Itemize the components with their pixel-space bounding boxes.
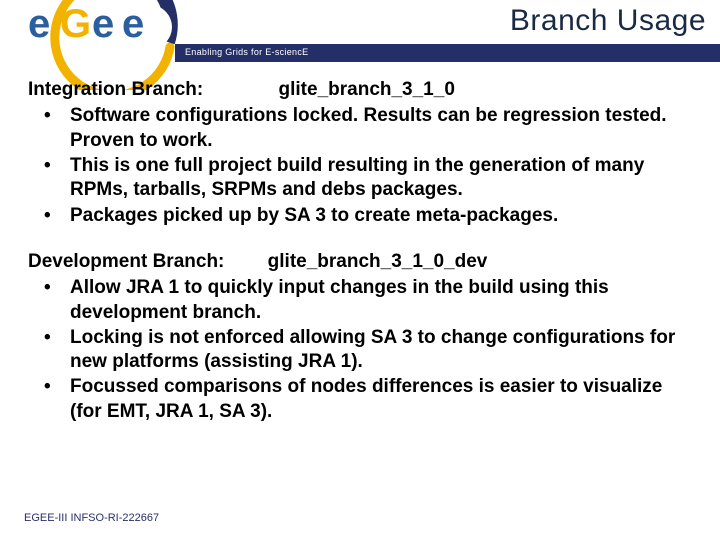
list-item: Packages picked up by SA 3 to create met… xyxy=(42,204,696,228)
list-item: Allow JRA 1 to quickly input changes in … xyxy=(42,276,696,325)
slide-footer: EGEE-III INFSO-RI-222667 xyxy=(24,512,159,524)
development-branch-label: Development Branch: xyxy=(28,250,224,274)
list-item: Focussed comparisons of nodes difference… xyxy=(42,375,696,424)
integration-branch-value: glite_branch_3_1_0 xyxy=(279,78,455,102)
logo-letter-e2: e xyxy=(92,2,114,47)
slide-body: Integration Branch: glite_branch_3_1_0 S… xyxy=(28,78,696,446)
logo-letter-e3: e xyxy=(122,2,144,47)
egee-logo: e G e e xyxy=(10,0,185,68)
list-item: Locking is not enforced allowing SA 3 to… xyxy=(42,326,696,375)
integration-branch-label: Integration Branch: xyxy=(28,78,203,102)
logo-letter-e1: e xyxy=(28,2,50,47)
development-branch-value: glite_branch_3_1_0_dev xyxy=(268,250,488,274)
development-bullet-list: Allow JRA 1 to quickly input changes in … xyxy=(28,276,696,424)
integration-bullet-list: Software configurations locked. Results … xyxy=(28,104,696,228)
list-item: This is one full project build resulting… xyxy=(42,154,696,203)
header-tagline: Enabling Grids for E-sciencE xyxy=(185,47,308,57)
slide-title: Branch Usage xyxy=(510,4,706,38)
list-item: Software configurations locked. Results … xyxy=(42,104,696,153)
development-branch-heading: Development Branch: glite_branch_3_1_0_d… xyxy=(28,250,696,274)
logo-letter-g: G xyxy=(60,2,91,47)
slide-header: e G e e Branch Usage Enabling Grids for … xyxy=(0,0,720,68)
integration-branch-heading: Integration Branch: glite_branch_3_1_0 xyxy=(28,78,696,102)
